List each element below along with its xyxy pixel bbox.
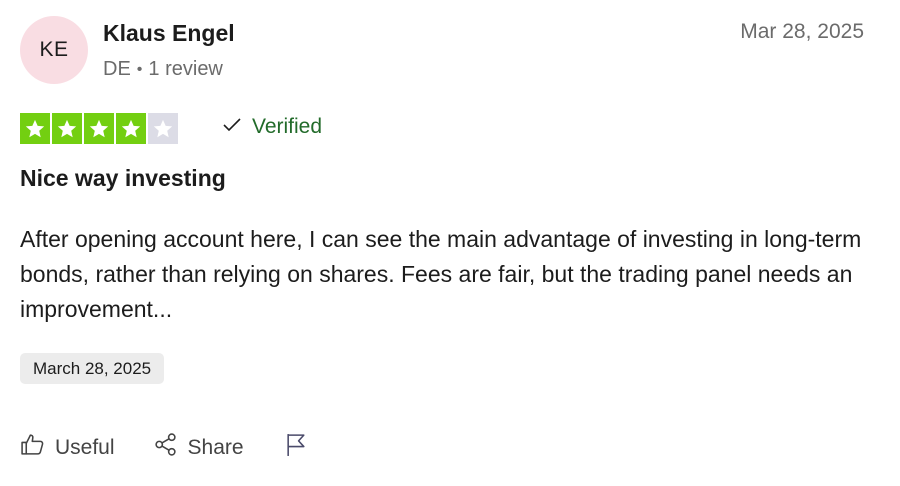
star-rating	[20, 113, 178, 144]
useful-label: Useful	[55, 435, 115, 459]
author-review-count: 1 review	[148, 58, 223, 80]
check-icon	[222, 115, 242, 139]
useful-button[interactable]: Useful	[20, 432, 115, 463]
star-icon	[148, 113, 178, 144]
share-button[interactable]: Share	[153, 432, 244, 463]
flag-icon	[284, 432, 309, 463]
verified-label: Verified	[252, 115, 323, 138]
author-meta: DE • 1 review	[103, 58, 223, 81]
review-title: Nice way investing	[20, 165, 226, 191]
review-body: After opening account here, I can see th…	[20, 226, 862, 322]
author-name[interactable]: Klaus Engel	[103, 20, 235, 47]
experience-date: March 28, 2025	[33, 358, 152, 378]
share-icon	[153, 432, 178, 463]
avatar[interactable]: KE	[20, 16, 88, 84]
star-icon	[20, 113, 50, 144]
thumbs-up-icon	[20, 432, 45, 463]
review-date: Mar 28, 2025	[740, 20, 864, 43]
author-country: DE	[103, 58, 131, 80]
verified-badge[interactable]: Verified	[222, 115, 322, 139]
separator-dot: •	[136, 60, 143, 78]
star-icon	[84, 113, 114, 144]
star-icon	[52, 113, 82, 144]
review-actions: Useful Share	[20, 432, 309, 463]
star-icon	[116, 113, 146, 144]
share-label: Share	[187, 435, 244, 459]
report-button[interactable]	[284, 432, 309, 463]
review-card: KE Klaus Engel DE • 1 review Mar 28, 202…	[0, 0, 900, 486]
experience-date-badge: March 28, 2025	[20, 353, 165, 384]
avatar-initials: KE	[39, 38, 69, 61]
